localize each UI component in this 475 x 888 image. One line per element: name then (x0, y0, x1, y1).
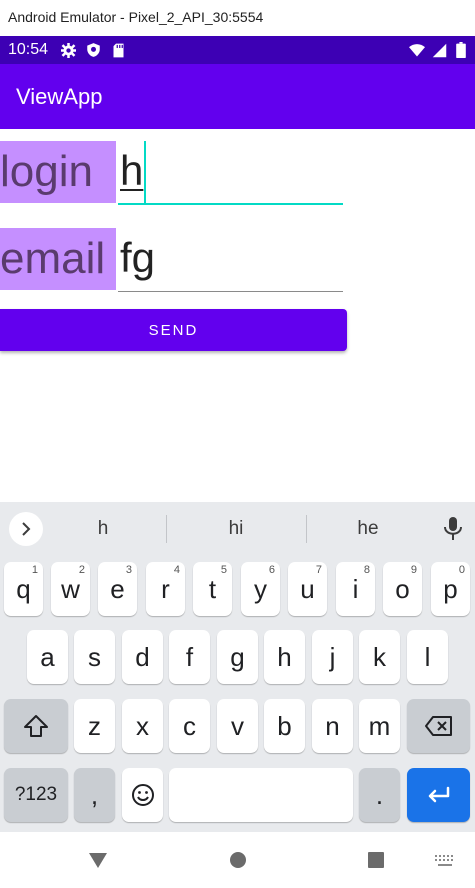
emulator-title-bar: Android Emulator - Pixel_2_API_30:5554 (0, 0, 475, 36)
emoji-key[interactable] (122, 768, 163, 822)
key-w[interactable]: w2 (51, 562, 90, 616)
backspace-icon (424, 716, 452, 736)
text-cursor (144, 141, 146, 203)
sd-card-icon (110, 42, 126, 58)
key-f[interactable]: f (169, 630, 210, 684)
key-v[interactable]: v (217, 699, 258, 753)
app-title: ViewApp (16, 84, 103, 109)
wifi-icon (409, 42, 425, 58)
suggestion-strip: h hi he (0, 502, 475, 556)
status-time: 10:54 (8, 41, 49, 58)
key-h[interactable]: h (264, 630, 305, 684)
shield-icon (85, 42, 101, 58)
suggestion-3[interactable]: he (328, 518, 408, 540)
chevron-right-icon (22, 522, 31, 536)
soft-keyboard: h hi he q1 w2 e3 r4 t5 y6 u7 i8 o9 p0 a … (0, 502, 475, 832)
status-bar: 10:54 (0, 36, 475, 64)
settings-gear-icon (60, 42, 76, 58)
backspace-key[interactable] (407, 699, 470, 753)
expand-toolbar-button[interactable] (9, 512, 43, 546)
shift-arrow-icon (24, 715, 48, 737)
space-key[interactable] (169, 768, 353, 822)
email-label: email (0, 228, 116, 290)
key-i[interactable]: i8 (336, 562, 375, 616)
key-c[interactable]: c (169, 699, 210, 753)
login-value: h (120, 147, 144, 194)
send-button[interactable]: SEND (0, 309, 347, 351)
app-bar: ViewApp (0, 64, 475, 129)
keyboard-switcher-icon[interactable] (434, 853, 456, 872)
battery-icon (453, 42, 469, 58)
enter-key[interactable] (407, 768, 470, 822)
login-label: login (0, 141, 116, 203)
navigation-bar (0, 832, 475, 888)
signal-icon (431, 42, 447, 58)
suggestion-2[interactable]: hi (196, 518, 276, 540)
email-field[interactable]: fg (118, 228, 343, 292)
recents-square-icon[interactable] (367, 851, 385, 873)
period-key[interactable]: . (359, 768, 400, 822)
suggestion-divider (166, 515, 167, 543)
key-g[interactable]: g (217, 630, 258, 684)
key-p[interactable]: p0 (431, 562, 470, 616)
key-d[interactable]: d (122, 630, 163, 684)
microphone-icon[interactable] (443, 516, 463, 546)
key-n[interactable]: n (312, 699, 353, 753)
shift-key[interactable] (4, 699, 68, 753)
enter-arrow-icon (428, 786, 449, 803)
key-m[interactable]: m (359, 699, 400, 753)
key-r[interactable]: r4 (146, 562, 185, 616)
key-l[interactable]: l (407, 630, 448, 684)
key-o[interactable]: o9 (383, 562, 422, 616)
key-u[interactable]: u7 (288, 562, 327, 616)
key-j[interactable]: j (312, 630, 353, 684)
home-circle-icon[interactable] (229, 851, 247, 873)
key-t[interactable]: t5 (193, 562, 232, 616)
symbols-key[interactable]: ?123 (4, 768, 68, 822)
suggestion-1[interactable]: h (63, 518, 143, 540)
key-q[interactable]: q1 (4, 562, 43, 616)
send-button-label: SEND (148, 321, 199, 339)
login-underline (118, 203, 343, 205)
login-field[interactable]: h (118, 141, 343, 205)
key-z[interactable]: z (74, 699, 115, 753)
email-underline (118, 291, 343, 292)
back-triangle-icon[interactable] (88, 851, 108, 873)
key-s[interactable]: s (74, 630, 115, 684)
key-y[interactable]: y6 (241, 562, 280, 616)
key-x[interactable]: x (122, 699, 163, 753)
key-b[interactable]: b (264, 699, 305, 753)
key-k[interactable]: k (359, 630, 400, 684)
emoji-icon (131, 784, 154, 806)
suggestion-divider (306, 515, 307, 543)
emulator-title: Android Emulator - Pixel_2_API_30:5554 (8, 9, 264, 25)
comma-key[interactable]: , (74, 768, 115, 822)
email-value: fg (120, 234, 156, 281)
key-e[interactable]: e3 (98, 562, 137, 616)
key-a[interactable]: a (27, 630, 68, 684)
